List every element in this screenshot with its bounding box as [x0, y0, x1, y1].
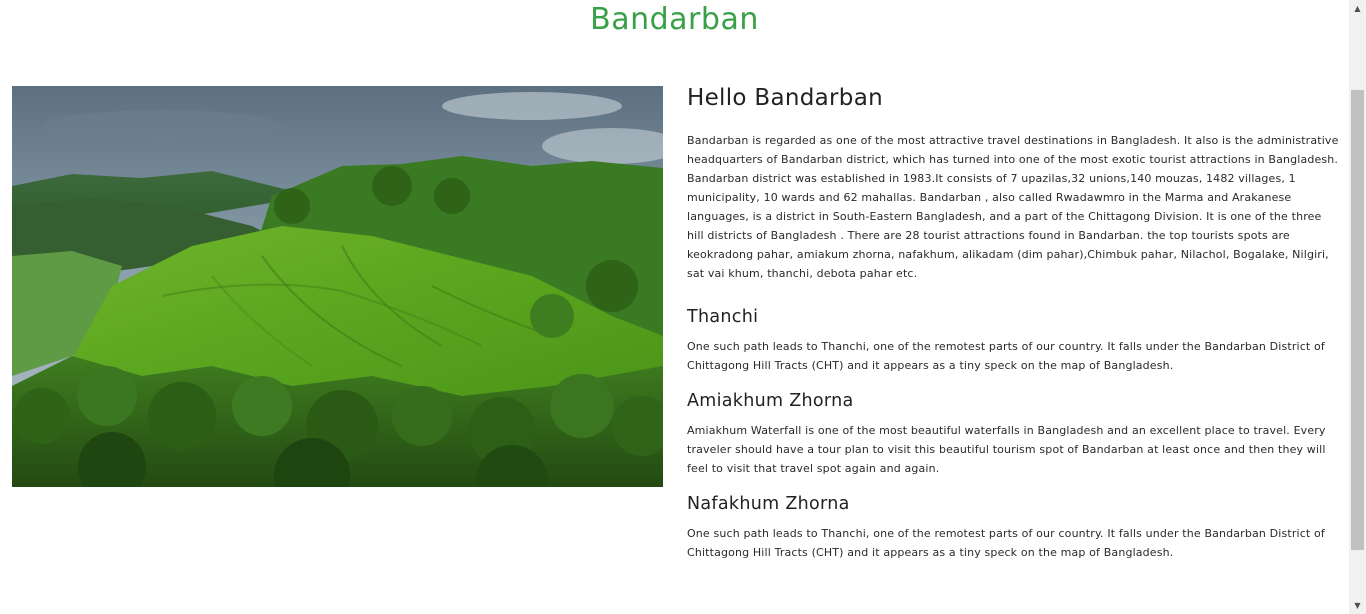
- scrollbar-thumb[interactable]: [1351, 90, 1364, 550]
- page-title: Bandarban: [590, 2, 759, 37]
- arrow-down-icon[interactable]: ▼: [1349, 597, 1366, 614]
- section-title-thanchi: Thanchi: [687, 307, 759, 327]
- section-title-nafakhum: Nafakhum Zhorna: [687, 494, 850, 514]
- arrow-up-icon[interactable]: ▲: [1349, 0, 1366, 17]
- section-title-amiakhum: Amiakhum Zhorna: [687, 391, 854, 411]
- section-text-amiakhum: Amiakhum Waterfall is one of the most be…: [687, 424, 1326, 475]
- vertical-scrollbar[interactable]: ▲ ▼: [1349, 0, 1366, 614]
- section-text-nafakhum: One such path leads to Thanchi, one of t…: [687, 527, 1325, 559]
- landscape-photo-icon: [12, 86, 663, 487]
- section-text-thanchi: One such path leads to Thanchi, one of t…: [687, 340, 1325, 372]
- article-content: Hello Bandarban Bandarban is regarded as…: [687, 84, 1339, 577]
- page-viewport: Bandarban Hello Bandarban Bandarban is r…: [0, 0, 1349, 614]
- article-heading: Hello Bandarban: [687, 85, 883, 111]
- hero-image: [12, 86, 663, 487]
- intro-paragraph: Bandarban is regarded as one of the most…: [687, 134, 1339, 280]
